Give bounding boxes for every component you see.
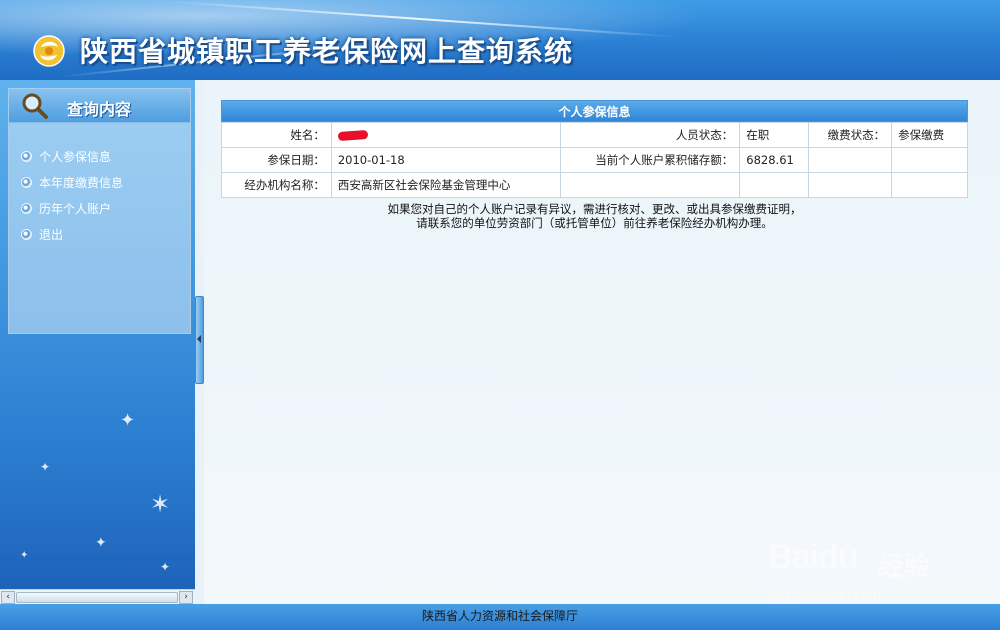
radio-bullet-icon [21, 176, 32, 188]
watermark-url: jingyan.baidu.com [768, 586, 881, 602]
name-label: 姓名： [221, 122, 332, 148]
agency-value: 西安高新区社会保险基金管理中心 [330, 172, 561, 198]
watermark-cn: 经验 [878, 552, 931, 582]
query-menu-title: 查询内容 [67, 100, 132, 119]
query-menu-list: 个人参保信息 本年度缴费信息 历年个人账户 退出 [9, 123, 190, 247]
sparkle-decoration: ✶ [150, 490, 171, 518]
empty-cell [559, 172, 741, 198]
sidebar: ✦ ✦ ✶ ✦ ✦ ✦ 查询内容 个人参保信息 本年度缴费信息 历年个人账户 退… [0, 80, 195, 604]
sparkle-decoration: ✦ [120, 410, 136, 431]
panel-title: 个人参保信息 [221, 100, 968, 122]
status-value: 在职 [739, 122, 810, 148]
enroll-date-label: 参保日期： [221, 147, 332, 173]
personal-info-panel: 个人参保信息 姓名： 人员状态： 在职 缴费状态： 参保缴费 参保日期： 201… [221, 100, 968, 198]
scroll-thumb[interactable] [16, 592, 178, 603]
status-label: 人员状态： [559, 122, 741, 148]
sparkle-decoration: ✦ [95, 535, 107, 551]
notice-line: 如果您对自己的个人账户记录有异议，需进行核对、更改、或出具参保缴费证明， [387, 202, 802, 216]
empty-cell [891, 147, 968, 173]
empty-cell [739, 172, 810, 198]
magnifier-icon [22, 93, 48, 119]
table-row: 姓名： 人员状态： 在职 缴费状态： 参保缴费 [221, 122, 968, 148]
name-value [330, 122, 561, 148]
sparkle-decoration: ✦ [160, 560, 171, 574]
menu-item-personal-info[interactable]: 个人参保信息 [21, 143, 190, 169]
sidebar-collapse-handle[interactable] [195, 296, 204, 384]
empty-cell [808, 172, 893, 198]
notice-line: 请联系您的单位劳资部门（或托管单位）前往养老保险经办机构办理。 [416, 216, 773, 230]
agency-label: 经办机构名称： [221, 172, 332, 198]
table-row: 参保日期： 2010-01-18 当前个人账户累积储存额： 6828.61 [221, 147, 968, 173]
empty-cell [808, 147, 893, 173]
account-balance-value: 6828.61 [739, 147, 810, 173]
scroll-right-icon[interactable]: › [179, 591, 193, 604]
site-title: 陕西省城镇职工养老保险网上查询系统 [80, 35, 574, 68]
payment-status-value: 参保缴费 [891, 122, 968, 148]
account-balance-label: 当前个人账户累积储存额： [559, 147, 741, 173]
radio-bullet-icon [21, 228, 32, 240]
radio-bullet-icon [21, 150, 32, 162]
table-row: 经办机构名称： 西安高新区社会保险基金管理中心 [221, 172, 968, 198]
sparkle-decoration: ✦ [20, 550, 29, 561]
query-menu-header: 查询内容 [9, 89, 190, 123]
menu-item-annual-payment[interactable]: 本年度缴费信息 [21, 169, 190, 195]
menu-item-logout[interactable]: 退出 [21, 221, 190, 247]
radio-bullet-icon [21, 202, 32, 214]
sidebar-scrollbar[interactable]: ‹ › [0, 589, 195, 604]
payment-status-label: 缴费状态： [808, 122, 893, 148]
notice-text: 如果您对自己的个人账户记录有异议，需进行核对、更改、或出具参保缴费证明， 请联系… [221, 202, 968, 230]
logo-icon [33, 35, 65, 67]
main-content: 个人参保信息 姓名： 人员状态： 在职 缴费状态： 参保缴费 参保日期： 201… [204, 80, 1000, 604]
redaction-mark [337, 129, 369, 142]
app-header: 陕西省城镇职工养老保险网上查询系统 [0, 0, 1000, 80]
menu-item-label: 个人参保信息 [39, 149, 112, 164]
menu-item-label: 本年度缴费信息 [39, 175, 124, 190]
personal-info-table: 姓名： 人员状态： 在职 缴费状态： 参保缴费 参保日期： 2010-01-18… [221, 122, 968, 198]
enroll-date-value: 2010-01-18 [330, 147, 561, 173]
query-menu: 查询内容 个人参保信息 本年度缴费信息 历年个人账户 退出 [8, 88, 191, 334]
menu-item-history-account[interactable]: 历年个人账户 [21, 195, 190, 221]
menu-item-label: 历年个人账户 [39, 201, 112, 216]
baidu-jingyan-watermark: Baidu 经验 jingyan.baidu.com [768, 530, 948, 610]
watermark-brand: Baidu [768, 538, 858, 576]
collapse-arrow-icon [197, 335, 201, 343]
sparkle-decoration: ✦ [40, 460, 51, 474]
empty-cell [891, 172, 968, 198]
menu-item-label: 退出 [39, 227, 64, 242]
scroll-left-icon[interactable]: ‹ [1, 591, 15, 604]
